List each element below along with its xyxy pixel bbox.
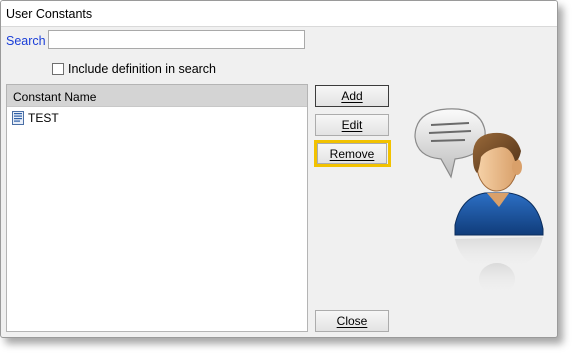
document-icon (12, 111, 24, 125)
column-header-label: Constant Name (13, 90, 97, 104)
close-button[interactable]: Close (315, 310, 389, 332)
remove-button[interactable]: Remove (317, 143, 387, 164)
search-label: Search (6, 34, 46, 48)
column-header-constant-name[interactable]: Constant Name (7, 85, 307, 107)
constants-list[interactable]: Constant Name TEST (6, 84, 308, 332)
list-item-label: TEST (28, 111, 59, 125)
user-constants-window: User Constants Search Include definition… (0, 0, 558, 338)
search-input[interactable] (48, 30, 305, 49)
title-bar: User Constants (1, 1, 557, 27)
include-definition-checkbox[interactable] (52, 63, 64, 75)
include-definition-label: Include definition in search (68, 62, 217, 76)
add-button[interactable]: Add (315, 85, 389, 107)
user-speech-bubble-icon (414, 108, 544, 295)
edit-button[interactable]: Edit (315, 114, 389, 136)
window-title: User Constants (6, 7, 93, 21)
list-item[interactable]: TEST (7, 109, 307, 127)
include-definition-option[interactable]: Include definition in search (52, 61, 216, 77)
